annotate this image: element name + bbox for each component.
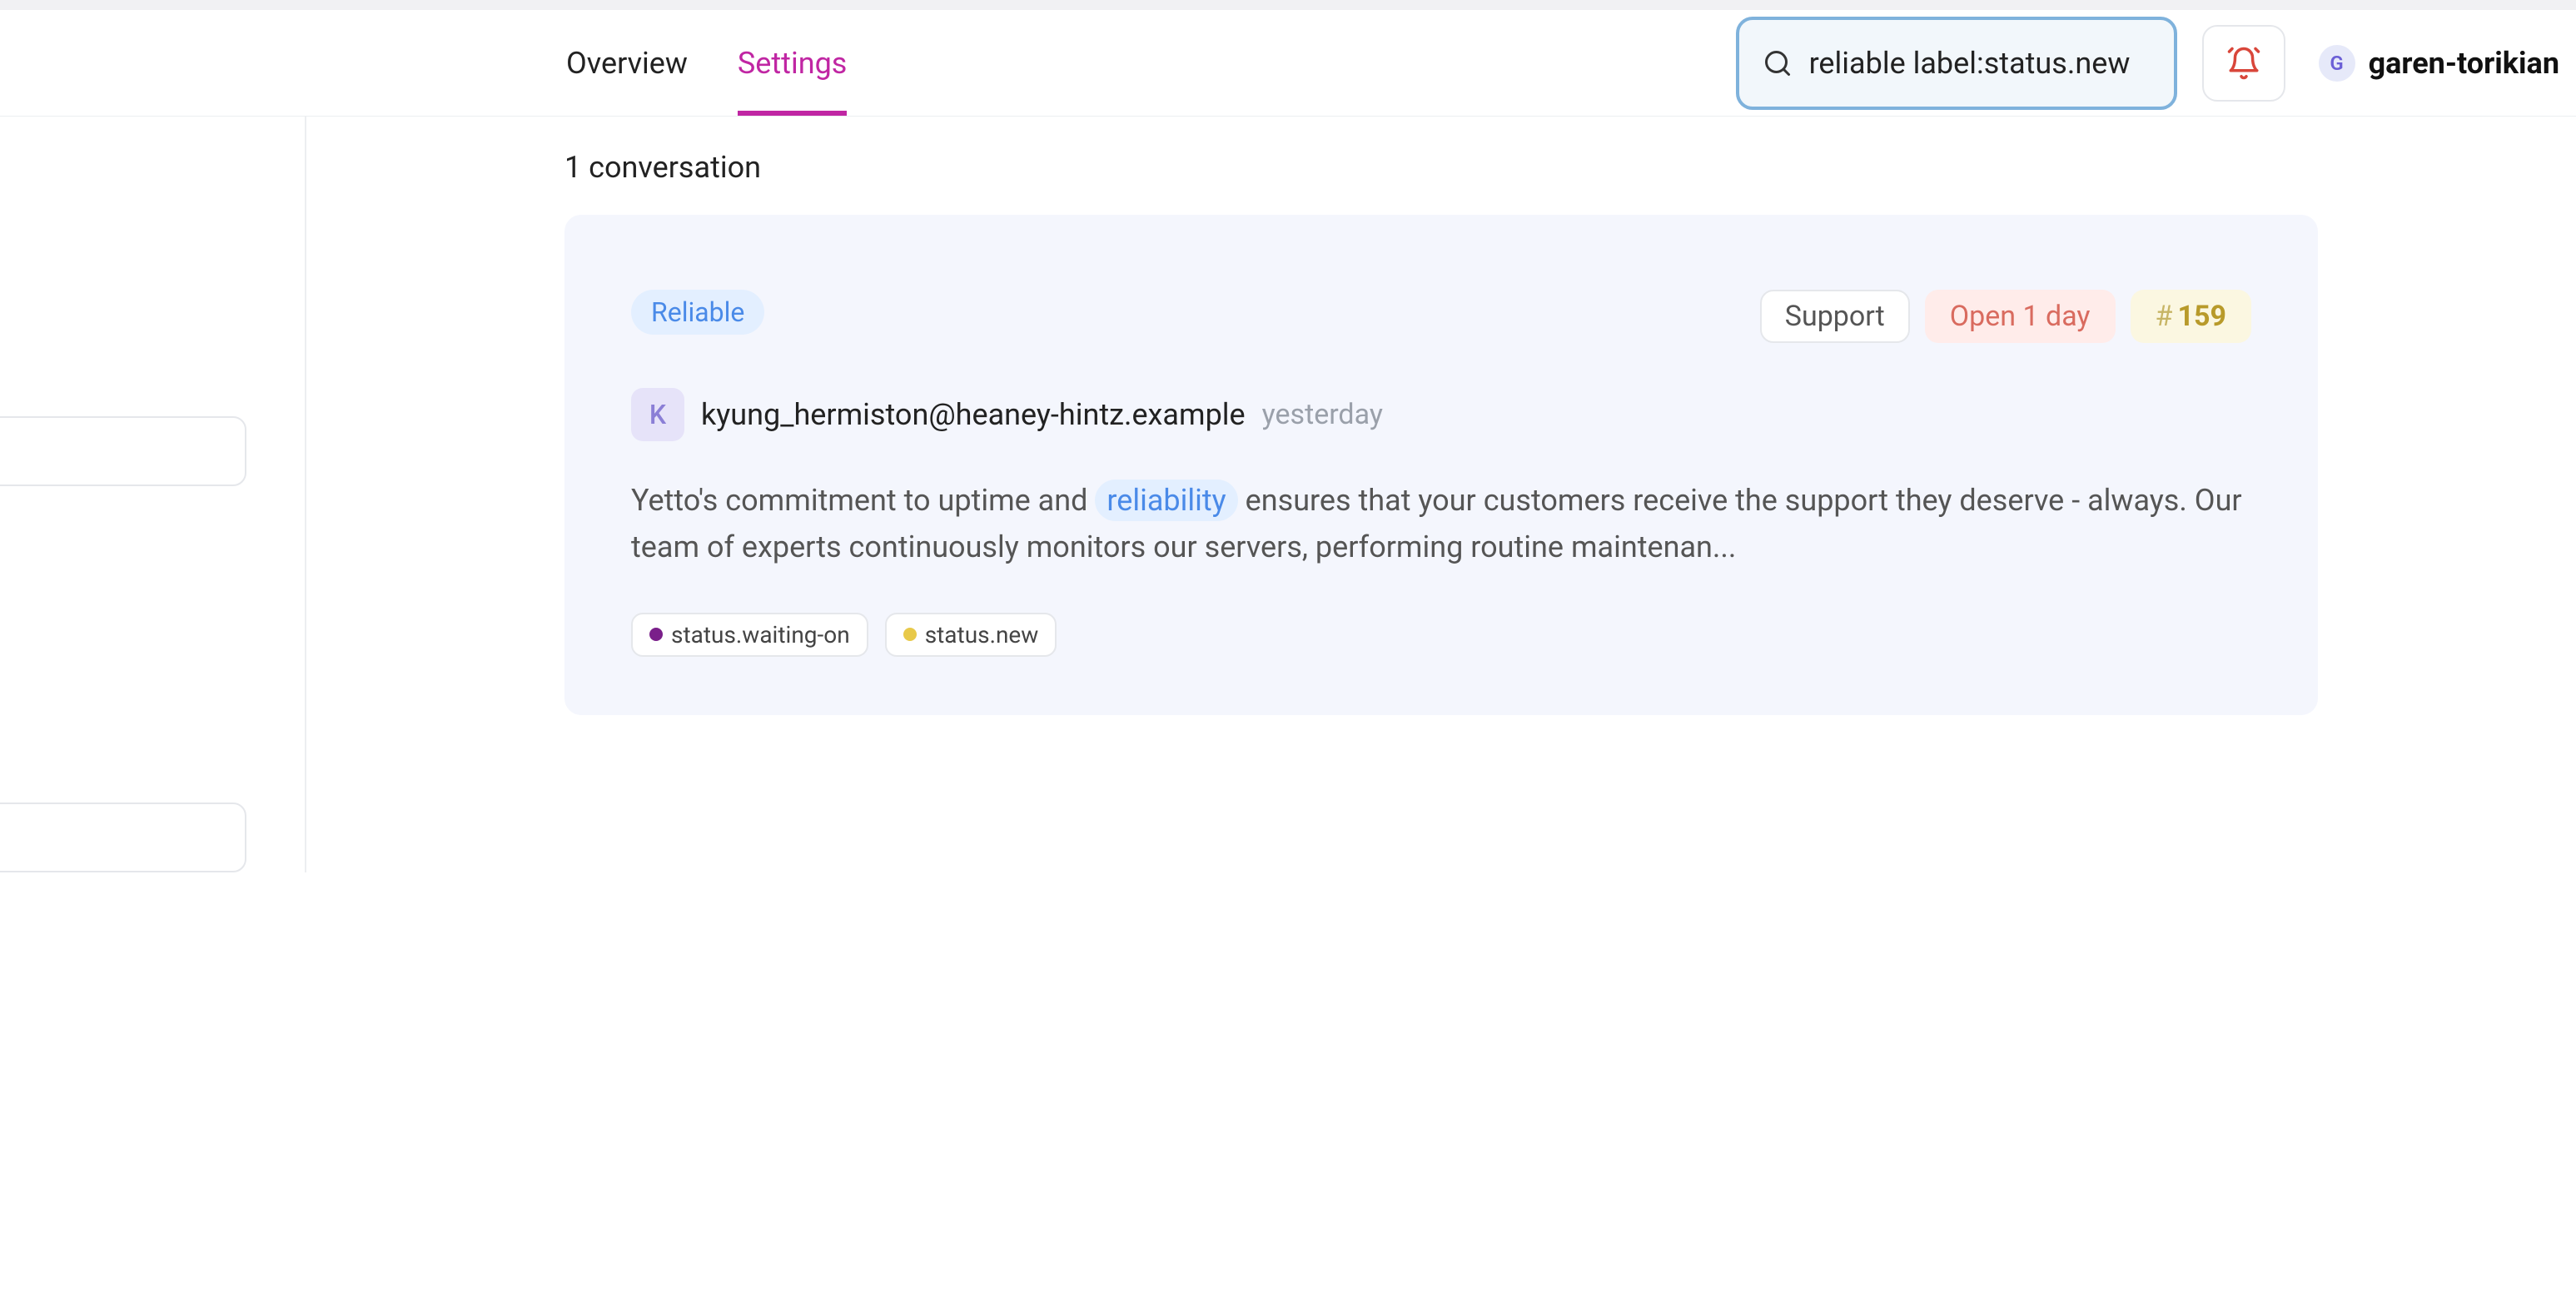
- label-pill[interactable]: status.new: [885, 613, 1057, 657]
- tab-overview[interactable]: Overview: [566, 10, 688, 116]
- header-tabs: Overview Settings: [566, 10, 847, 116]
- id-number: 159: [2177, 300, 2226, 333]
- sender-row: K kyung_hermiston@heaney-hintz.example y…: [631, 388, 2251, 441]
- dot-icon: [903, 628, 917, 641]
- tab-settings[interactable]: Settings: [738, 10, 847, 116]
- dot-icon: [649, 628, 663, 641]
- labels-row: status.waiting-on status.new: [631, 613, 2251, 657]
- top-header: Overview Settings G garen-torikian: [0, 0, 2576, 117]
- result-count: 1 conversation: [564, 150, 2318, 185]
- status-badge: Open 1 day: [1925, 290, 2116, 343]
- search-box[interactable]: [1736, 17, 2177, 110]
- user-avatar: G: [2319, 45, 2355, 82]
- label-pill[interactable]: status.waiting-on: [631, 613, 868, 657]
- user-name: garen-torikian: [2369, 46, 2559, 81]
- category-badge: Support: [1760, 290, 1910, 343]
- sidebar-item[interactable]: [0, 803, 246, 872]
- sender-email: kyung_hermiston@heaney-hintz.example: [701, 397, 1246, 432]
- card-badges: Support Open 1 day # 159: [1760, 290, 2251, 343]
- search-input[interactable]: [1809, 46, 2151, 81]
- bell-icon: [2226, 46, 2261, 81]
- label-text: status.new: [925, 621, 1039, 648]
- match-tag: Reliable: [631, 290, 764, 335]
- preview-highlight: reliability: [1095, 480, 1237, 521]
- user-menu[interactable]: G garen-torikian: [2310, 45, 2559, 82]
- sender-avatar: K: [631, 388, 684, 441]
- preview-text-pre: Yetto's commitment to uptime and: [631, 483, 1095, 518]
- search-icon: [1763, 48, 1793, 78]
- sender-time: yesterday: [1262, 398, 1383, 431]
- conversation-preview: Yetto's commitment to uptime and reliabi…: [631, 478, 2251, 571]
- conversation-card[interactable]: Reliable Support Open 1 day # 159 K kyun…: [564, 215, 2318, 715]
- notifications-button[interactable]: [2202, 25, 2285, 102]
- id-badge: # 159: [2131, 290, 2251, 343]
- label-text: status.waiting-on: [671, 621, 850, 648]
- sidebar-item[interactable]: [0, 416, 246, 486]
- main-content: 1 conversation Reliable Support Open 1 d…: [306, 117, 2576, 872]
- hash-icon: #: [2156, 300, 2173, 333]
- sidebar: [0, 117, 306, 872]
